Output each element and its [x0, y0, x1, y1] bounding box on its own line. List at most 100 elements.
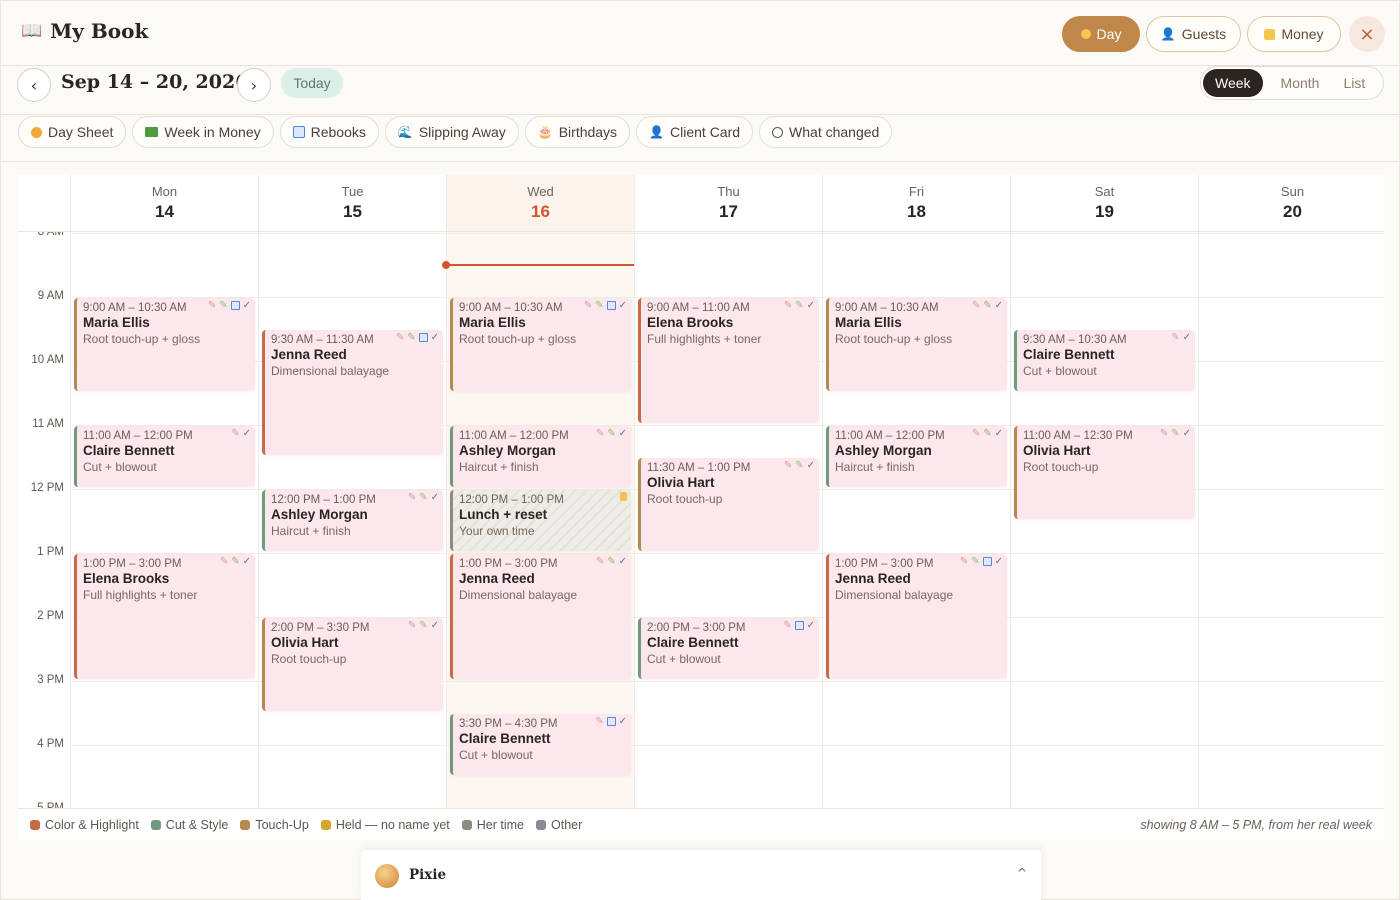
- day-headers: Mon 14 Tue 15 Wed 16 Thu 17 Fri 18 Sat 19 Sun 20: [18, 175, 1384, 232]
- appointment-card[interactable]: 11:00 AM – 12:30 PM Olivia Hart Root touch…: [1014, 426, 1195, 520]
- birthdays-label: Birthdays: [558, 124, 618, 140]
- appointment-card[interactable]: 1:00 PM – 3:00 PM Jenna Reed Dimensional b…: [826, 554, 1007, 680]
- appointment-service: Dimensional balayage: [271, 364, 390, 379]
- check-icon: ✓: [618, 716, 627, 728]
- legend-item: Her time: [461, 818, 524, 832]
- person-icon: 👤: [1160, 27, 1176, 41]
- view-week[interactable]: Week: [1203, 69, 1263, 97]
- day-header-fri[interactable]: Fri 18: [822, 175, 1010, 231]
- appointment-client: Claire Bennett: [647, 635, 739, 651]
- week-calendar: Mon 14 Tue 15 Wed 16 Thu 17 Fri 18 Sat 19 Sun 20 8 AM…: [18, 175, 1384, 808]
- day-header-thu[interactable]: Thu 17: [634, 175, 822, 231]
- appointment-client: Olivia Hart: [647, 475, 715, 491]
- money-label: Money: [1281, 26, 1324, 42]
- appointment-client: Olivia Hart: [1023, 443, 1091, 459]
- pencil-icon: ✎: [607, 556, 616, 568]
- appointment-status-icons: ✎ ✓: [783, 620, 815, 631]
- appointment-card[interactable]: 11:30 AM – 1:00 PM Olivia Hart Root touch-…: [638, 458, 819, 552]
- check-icon: ✓: [430, 332, 439, 344]
- appointment-service: Root touch-up: [1023, 460, 1099, 475]
- appointment-card[interactable]: 11:00 AM – 12:00 PM Ashley Morgan Haircut …: [450, 426, 631, 488]
- day-view-label: Day: [1096, 26, 1122, 42]
- appointment-card[interactable]: 9:30 AM – 10:30 AM Claire Bennett Cut + bl…: [1014, 330, 1195, 392]
- appointment-card[interactable]: 9:30 AM – 11:30 AM Jenna Reed Dimensional …: [262, 330, 443, 456]
- appointment-card[interactable]: 9:00 AM – 11:00 AM Elena Brooks Full highl…: [638, 298, 819, 424]
- appointment-service: Root touch-up + gloss: [83, 332, 201, 347]
- appointment-service: Haircut + finish: [835, 460, 915, 475]
- tag-icon: ✎: [583, 300, 593, 312]
- day-column-sat[interactable]: [1010, 232, 1198, 808]
- birthdays-button[interactable]: 🎂 Birthdays: [524, 116, 631, 148]
- appointment-card[interactable]: 12:00 PM – 1:00 PM Ashley Morgan Haircut +…: [262, 490, 443, 552]
- appointment-card[interactable]: 9:00 AM – 10:30 AM Maria Ellis Root touch-…: [74, 298, 255, 392]
- hour-label: 1 PM: [37, 546, 64, 559]
- appointment-card[interactable]: 9:00 AM – 10:30 AM Maria Ellis Root touch-…: [450, 298, 631, 392]
- appointment-card[interactable]: 11:00 AM – 12:00 PM Ashley Morgan Haircut …: [826, 426, 1007, 488]
- view-month[interactable]: Month: [1269, 69, 1332, 97]
- tag-icon: ✎: [783, 620, 792, 632]
- appointment-client: Elena Brooks: [647, 315, 734, 331]
- appointment-card[interactable]: 1:00 PM – 3:00 PM Jenna Reed Dimensional b…: [450, 554, 631, 680]
- day-column-sun[interactable]: [1198, 232, 1384, 808]
- guests-button[interactable]: 👤 Guests: [1146, 16, 1241, 52]
- appointment-time: 9:30 AM – 10:30 AM: [1023, 334, 1127, 347]
- check-icon: ✓: [430, 620, 439, 632]
- week-in-money-button[interactable]: Week in Money: [132, 116, 274, 148]
- appointment-card[interactable]: 1:00 PM – 3:00 PM Elena Brooks Full highli…: [74, 554, 255, 680]
- current-time-line: [446, 264, 634, 267]
- money-icon: [1264, 28, 1276, 40]
- pencil-icon: ✎: [983, 428, 992, 440]
- day-number: 15: [343, 202, 362, 221]
- appointment-service: Full highlights + toner: [83, 588, 198, 603]
- rebooks-button[interactable]: Rebooks: [279, 116, 379, 148]
- appointment-card[interactable]: 11:00 AM – 12:00 PM Claire Bennett Cut + b…: [74, 426, 255, 488]
- today-button[interactable]: Today: [281, 68, 343, 98]
- appointment-card[interactable]: 3:30 PM – 4:30 PM Claire Bennett Cut + blo…: [450, 714, 631, 776]
- appointment-client: Jenna Reed: [459, 571, 535, 587]
- pencil-icon: ✎: [595, 300, 604, 312]
- brand: 📖 My Book: [21, 19, 148, 43]
- legend-item: Held — no name yet: [320, 818, 450, 832]
- day-number: 17: [719, 202, 738, 221]
- hour-label: 9 AM: [37, 290, 64, 303]
- money-button[interactable]: Money: [1247, 16, 1341, 52]
- what-changed-button[interactable]: What changed: [759, 116, 893, 148]
- view-list[interactable]: List: [1331, 69, 1377, 97]
- client-card-button[interactable]: 👤 Client Card: [636, 116, 754, 148]
- day-view-button[interactable]: Day: [1062, 16, 1140, 52]
- pencil-icon: ✎: [419, 492, 428, 504]
- slipping-away-button[interactable]: 🌊 Slipping Away: [384, 116, 519, 148]
- day-header-sun[interactable]: Sun 20: [1198, 175, 1384, 231]
- expand-caret-icon[interactable]: ^: [1017, 866, 1027, 880]
- appointment-card[interactable]: 2:00 PM – 3:30 PM Olivia Hart Root touch-u…: [262, 618, 443, 712]
- prev-week-button[interactable]: ‹: [17, 68, 51, 102]
- legend-label: Other: [551, 817, 583, 832]
- cash-icon: [145, 127, 159, 137]
- check-icon: ✓: [242, 556, 251, 568]
- pixie-assistant-panel[interactable]: Pixie ^: [361, 850, 1041, 900]
- check-icon: ✓: [618, 428, 627, 440]
- appointment-service: Root touch-up: [647, 492, 723, 507]
- legend-label: Color & Highlight: [45, 817, 139, 832]
- wave-icon: 🌊: [397, 125, 413, 139]
- appointment-service: Root touch-up + gloss: [459, 332, 577, 347]
- day-header-mon[interactable]: Mon 14: [70, 175, 258, 231]
- day-header-sat[interactable]: Sat 19: [1010, 175, 1198, 231]
- hour-label: 2 PM: [37, 610, 64, 623]
- legend-label: Cut & Style: [165, 817, 229, 832]
- appointment-status-icons: ✎ ✎ ✓: [408, 492, 439, 503]
- close-button[interactable]: ×: [1349, 16, 1385, 52]
- card-icon: [982, 557, 992, 567]
- appointment-card[interactable]: 2:00 PM – 3:00 PM Claire Bennett Cut + blo…: [638, 618, 819, 680]
- day-header-wed[interactable]: Wed 16: [446, 175, 634, 231]
- tag-icon: ✎: [207, 300, 217, 312]
- day-number: 16: [531, 202, 550, 221]
- day-sheet-button[interactable]: Day Sheet: [18, 116, 127, 148]
- next-week-button[interactable]: ›: [237, 68, 271, 102]
- appointment-card[interactable]: 9:00 AM – 10:30 AM Maria Ellis Root touch-…: [826, 298, 1007, 392]
- appointment-status-icons: ✎ ✎ ✓: [1160, 428, 1191, 439]
- day-header-tue[interactable]: Tue 15: [258, 175, 446, 231]
- card-icon: [606, 301, 616, 311]
- week-nav: ‹ Sep 14 – 20, 2026 › Today Week Month L…: [1, 66, 1400, 115]
- appointment-card[interactable]: 12:00 PM – 1:00 PM Lunch + reset Your own …: [450, 490, 631, 552]
